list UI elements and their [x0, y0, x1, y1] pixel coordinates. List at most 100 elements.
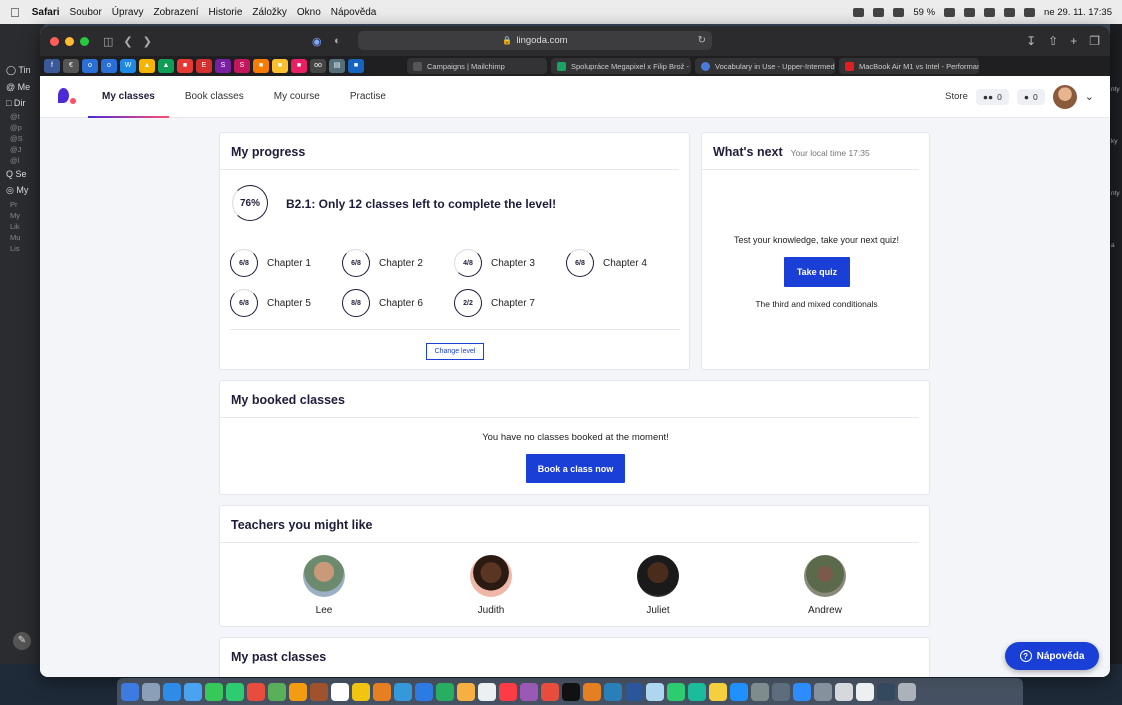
take-quiz-button[interactable]: Take quiz	[784, 257, 850, 287]
browser-tab-mailchimp[interactable]: Campaigns | Mailchimp	[407, 58, 547, 74]
preview-icon[interactable]	[604, 682, 622, 701]
nav-book-classes[interactable]: Book classes	[185, 76, 244, 118]
menu-soubor[interactable]: Soubor	[70, 7, 102, 18]
favorite-icon[interactable]: E	[196, 59, 212, 73]
dropbox-icon[interactable]	[873, 7, 885, 17]
address-bar[interactable]: 🔒 lingoda.com ↻	[358, 31, 712, 50]
calendar-icon[interactable]	[331, 682, 349, 701]
browser-tab-spoluprace[interactable]: Spolupráce Megapixel x Filip Brož - Ta..…	[551, 58, 691, 74]
telegram-icon[interactable]	[415, 682, 433, 701]
maps-icon[interactable]	[268, 682, 286, 701]
teacher-judith[interactable]: Judith	[461, 555, 521, 616]
app-icon[interactable]	[478, 682, 496, 701]
chapter-6[interactable]: 8/8 Chapter 6	[342, 289, 423, 317]
tab-overview-icon[interactable]: ❐	[1089, 34, 1100, 48]
word-icon[interactable]	[625, 682, 643, 701]
chevron-down-icon[interactable]: ⌄	[1085, 90, 1094, 103]
reload-icon[interactable]: ↻	[698, 35, 706, 46]
battery-icon[interactable]	[944, 7, 956, 17]
teacher-andrew[interactable]: Andrew	[795, 555, 855, 616]
teacher-juliet[interactable]: Juliet	[628, 555, 688, 616]
chapter-4[interactable]: 6/8 Chapter 4	[566, 249, 647, 277]
app-icon[interactable]	[646, 682, 664, 701]
favorite-drive-icon[interactable]: ▲	[139, 59, 155, 73]
zoom-icon[interactable]	[793, 682, 811, 701]
favorite-icon[interactable]: S	[215, 59, 231, 73]
help-button[interactable]: ? Nápověda	[1005, 642, 1099, 670]
menu-zobrazeni[interactable]: Zobrazení	[153, 7, 198, 18]
quicktime-icon[interactable]	[814, 682, 832, 701]
facetime-icon[interactable]	[226, 682, 244, 701]
chapter-1[interactable]: 6/8 Chapter 1	[230, 249, 311, 277]
back-icon[interactable]: ❮	[123, 35, 132, 48]
mail-icon[interactable]	[184, 682, 202, 701]
private-credits[interactable]: ● 0	[1016, 88, 1045, 105]
close-window-button[interactable]	[50, 36, 59, 46]
teacher-lee[interactable]: Lee	[294, 555, 354, 616]
app-icon[interactable]	[772, 682, 790, 701]
chapter-2[interactable]: 6/8 Chapter 2	[342, 249, 423, 277]
contacts-icon[interactable]	[310, 682, 328, 701]
numbers-icon[interactable]	[667, 682, 685, 701]
menu-clock[interactable]: ne 29. 11. 17:35	[1044, 7, 1112, 18]
compose-icon[interactable]: ✎	[13, 632, 31, 650]
downloads-icon[interactable]: ↧	[1026, 34, 1036, 48]
browser-tab-macbook[interactable]: MacBook Air M1 vs Intel - Performanc...	[839, 58, 979, 74]
lingoda-logo[interactable]	[56, 86, 78, 108]
photos-icon[interactable]	[289, 682, 307, 701]
favorite-icon[interactable]: o	[101, 59, 117, 73]
pocket-icon[interactable]: ◉	[312, 35, 322, 48]
menu-app-safari[interactable]: Safari	[32, 7, 60, 18]
change-level-button[interactable]: Change level	[426, 343, 484, 360]
new-tab-icon[interactable]: +	[1070, 34, 1077, 48]
music-icon[interactable]	[499, 682, 517, 701]
favorite-drive-icon[interactable]: ▲	[158, 59, 174, 73]
trash-icon[interactable]	[898, 682, 916, 701]
books-icon[interactable]	[583, 682, 601, 701]
volume-icon[interactable]	[893, 7, 905, 17]
app-icon[interactable]	[436, 682, 454, 701]
book-class-button[interactable]: Book a class now	[526, 454, 625, 483]
favorite-icon[interactable]: ■	[253, 59, 269, 73]
zoom-window-button[interactable]	[80, 36, 89, 46]
avatar[interactable]	[1052, 84, 1077, 109]
app-icon[interactable]	[709, 682, 727, 701]
favorite-icon[interactable]: ■	[272, 59, 288, 73]
notes-icon[interactable]	[352, 682, 370, 701]
favorite-icon[interactable]: ▤	[329, 59, 345, 73]
system-preferences-icon[interactable]	[751, 682, 769, 701]
screen-record-icon[interactable]	[853, 7, 865, 17]
app-icon[interactable]	[688, 682, 706, 701]
search-icon[interactable]	[1004, 7, 1016, 17]
share-icon[interactable]: ⇧	[1048, 34, 1058, 48]
apple-icon[interactable]: 	[10, 5, 20, 20]
launchpad-icon[interactable]	[142, 682, 160, 701]
battery-percent[interactable]: 59 %	[913, 7, 935, 18]
favorite-facebook-icon[interactable]: f	[44, 59, 60, 73]
folder-icon[interactable]	[877, 682, 895, 701]
favorite-icon[interactable]: oo	[310, 59, 326, 73]
chapter-3[interactable]: 4/8 Chapter 3	[454, 249, 535, 277]
group-credits[interactable]: ●● 0	[975, 88, 1009, 105]
control-center-icon[interactable]	[1024, 7, 1036, 17]
nav-my-course[interactable]: My course	[274, 76, 320, 118]
menu-zalozky[interactable]: Záložky	[252, 7, 286, 18]
nav-practise[interactable]: Practise	[350, 76, 386, 118]
keynote-icon[interactable]	[373, 682, 391, 701]
app-icon[interactable]	[457, 682, 475, 701]
nav-my-classes[interactable]: My classes	[88, 76, 169, 118]
menu-napoveda[interactable]: Nápověda	[331, 7, 377, 18]
chrome-icon[interactable]	[247, 682, 265, 701]
app-icon[interactable]	[835, 682, 853, 701]
menu-upravy[interactable]: Úpravy	[112, 7, 144, 18]
nav-store[interactable]: Store	[945, 91, 968, 102]
privacy-icon[interactable]: ◐	[334, 35, 341, 47]
chapter-7[interactable]: 2/2 Chapter 7	[454, 289, 535, 317]
menu-historie[interactable]: Historie	[209, 7, 243, 18]
favorite-icon[interactable]: ■	[177, 59, 193, 73]
favorite-icon[interactable]: o	[82, 59, 98, 73]
sidebar-toggle-icon[interactable]: ◫	[103, 35, 113, 48]
podcasts-icon[interactable]	[520, 682, 538, 701]
document-icon[interactable]	[856, 682, 874, 701]
favorite-icon[interactable]: S	[234, 59, 250, 73]
